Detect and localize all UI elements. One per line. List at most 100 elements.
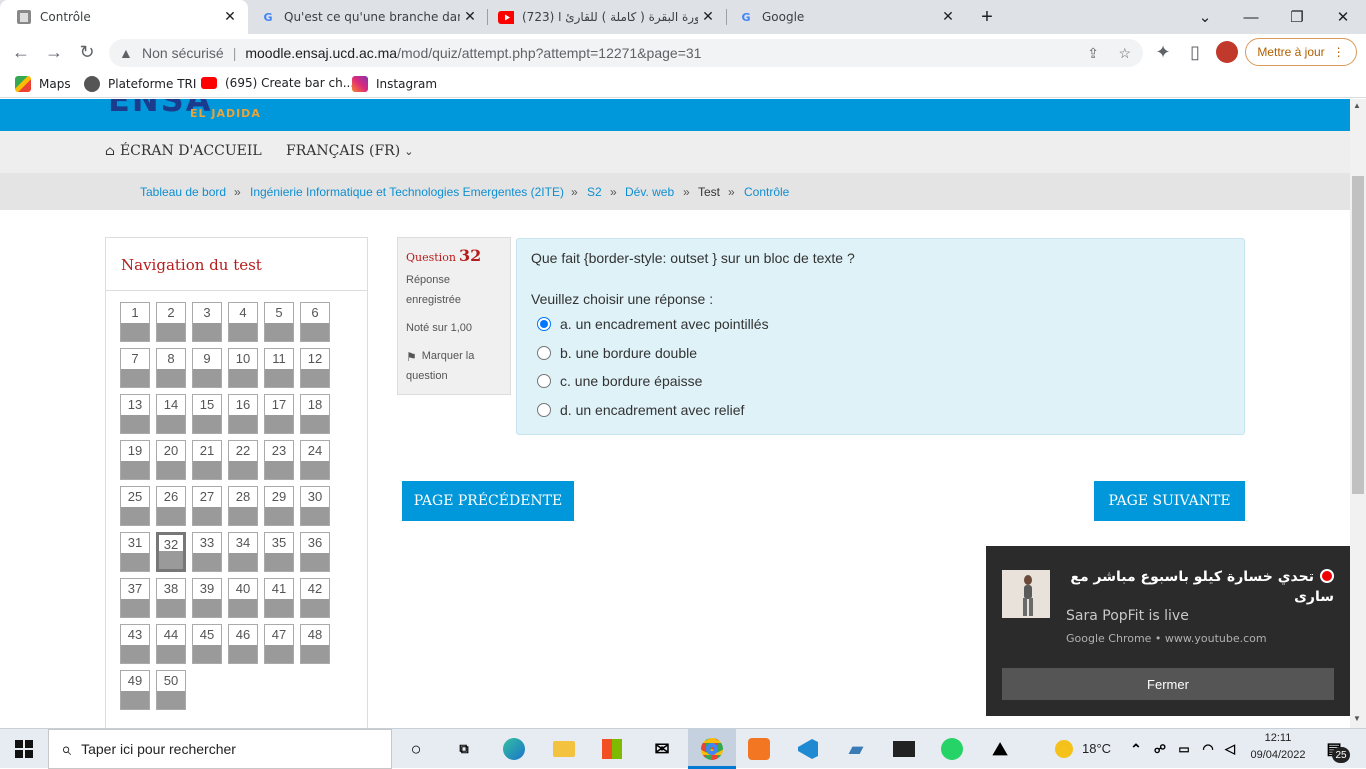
question-nav-button[interactable]: 28 (228, 486, 258, 526)
question-nav-button[interactable]: 41 (264, 578, 294, 618)
cortana-icon[interactable]: ○ (404, 737, 428, 761)
question-nav-button[interactable]: 42 (300, 578, 330, 618)
question-nav-button[interactable]: 16 (228, 394, 258, 434)
question-nav-button[interactable]: 43 (120, 624, 150, 664)
question-nav-button[interactable]: 45 (192, 624, 222, 664)
question-nav-button[interactable]: 32 (156, 532, 186, 572)
question-nav-button[interactable]: 18 (300, 394, 330, 434)
question-nav-button[interactable]: 17 (264, 394, 294, 434)
answer-label[interactable]: b. une bordure double (560, 345, 697, 361)
radio-button[interactable] (537, 402, 551, 417)
question-nav-button[interactable]: 40 (228, 578, 258, 618)
extensions-icon[interactable]: ✦ (1151, 40, 1175, 64)
question-nav-button[interactable]: 37 (120, 578, 150, 618)
side-panel-icon[interactable]: ▯ (1183, 40, 1207, 64)
volume-icon[interactable]: ◁ (1218, 737, 1242, 761)
bookmark-star-icon[interactable]: ☆ (1118, 45, 1131, 62)
bookmark-youtube[interactable]: (695) Create bar ch... (201, 76, 354, 90)
battery-icon[interactable]: ▭ (1172, 737, 1196, 761)
weather-temp[interactable]: 18°C (1082, 741, 1111, 756)
new-tab-button[interactable]: + (964, 0, 1010, 34)
nav-home-link[interactable]: ⌂ ÉCRAN D'ACCUEIL (105, 143, 262, 159)
ensa-logo[interactable]: ENSA EL JADIDA (108, 99, 288, 123)
mail-icon[interactable]: ✉ (650, 737, 674, 761)
chrome-icon[interactable] (700, 737, 724, 761)
notification-close-button[interactable]: Fermer (1002, 668, 1334, 700)
security-label[interactable]: Non sécurisé (142, 45, 224, 61)
tab-git-branch[interactable]: G Qu'est ce qu'une branche dans G ✕ (244, 0, 488, 34)
question-nav-button[interactable]: 20 (156, 440, 186, 480)
question-nav-button[interactable]: 44 (156, 624, 186, 664)
answer-label[interactable]: c. une bordure épaisse (560, 373, 702, 389)
question-nav-button[interactable]: 35 (264, 532, 294, 572)
question-nav-button[interactable]: 13 (120, 394, 150, 434)
close-tab-icon[interactable]: ✕ (220, 9, 240, 25)
close-window-icon[interactable]: ✕ (1320, 0, 1366, 34)
breadcrumb-s2[interactable]: S2 (587, 185, 602, 199)
question-nav-button[interactable]: 26 (156, 486, 186, 526)
question-nav-button[interactable]: 7 (120, 348, 150, 388)
question-nav-button[interactable]: 19 (120, 440, 150, 480)
question-nav-button[interactable]: 11 (264, 348, 294, 388)
question-nav-button[interactable]: 39 (192, 578, 222, 618)
bookmark-maps[interactable]: Maps (15, 76, 71, 92)
question-nav-button[interactable]: 36 (300, 532, 330, 572)
question-nav-button[interactable]: 24 (300, 440, 330, 480)
store-icon[interactable] (600, 737, 624, 761)
question-nav-button[interactable]: 23 (264, 440, 294, 480)
reload-icon[interactable]: ↻ (75, 40, 99, 64)
bookmark-plateforme[interactable]: Plateforme TRI (84, 76, 196, 92)
question-nav-button[interactable]: 46 (228, 624, 258, 664)
tab-youtube[interactable]: (723) سورة البقرة ( كاملة ) للقارئ ا ✕ (482, 0, 726, 34)
previous-page-button[interactable]: PAGE PRÉCÉDENTE (402, 481, 574, 521)
tab-search-icon[interactable]: ⌄ (1182, 0, 1228, 34)
question-nav-button[interactable]: 2 (156, 302, 186, 342)
question-nav-button[interactable]: 30 (300, 486, 330, 526)
next-page-button[interactable]: PAGE SUIVANTE (1094, 481, 1245, 521)
answer-label[interactable]: a. un encadrement avec pointillés (560, 316, 769, 332)
question-nav-button[interactable]: 31 (120, 532, 150, 572)
clock-date[interactable]: 09/04/2022 (1246, 749, 1310, 761)
breadcrumb-course[interactable]: Ingénierie Informatique et Technologies … (250, 185, 564, 199)
close-tab-icon[interactable]: ✕ (460, 9, 480, 25)
edge-icon[interactable] (502, 737, 526, 761)
photos-icon[interactable]: ⛰ (988, 737, 1012, 761)
question-nav-button[interactable]: 21 (192, 440, 222, 480)
task-view-icon[interactable]: ⧉ (452, 737, 476, 761)
xampp-icon[interactable] (747, 737, 771, 761)
question-nav-button[interactable]: 47 (264, 624, 294, 664)
question-nav-button[interactable]: 38 (156, 578, 186, 618)
network-icon[interactable]: ☍ (1148, 737, 1172, 761)
tab-google[interactable]: G Google ✕ (722, 0, 966, 34)
answer-option[interactable]: c. une bordure épaisse (537, 373, 702, 389)
language-menu[interactable]: FRANÇAIS (FR) ⌄ (286, 143, 413, 159)
question-nav-button[interactable]: 5 (264, 302, 294, 342)
tab-controle[interactable]: Contrôle ✕ (0, 0, 248, 34)
share-icon[interactable]: ⇪ (1087, 45, 1099, 62)
answer-option[interactable]: d. un encadrement avec relief (537, 402, 744, 418)
question-nav-button[interactable]: 29 (264, 486, 294, 526)
terminal-icon[interactable] (892, 737, 916, 761)
breadcrumb-devweb[interactable]: Dév. web (625, 185, 674, 199)
radio-button[interactable] (537, 374, 551, 388)
wifi-icon[interactable]: ◠ (1196, 737, 1220, 761)
back-icon[interactable]: ← (9, 40, 33, 64)
question-nav-button[interactable]: 33 (192, 532, 222, 572)
bookmark-instagram[interactable]: Instagram (352, 76, 437, 92)
profile-avatar[interactable] (1216, 41, 1238, 63)
vscode-icon[interactable] (796, 737, 820, 761)
windows-start-icon[interactable] (12, 737, 36, 761)
question-nav-button[interactable]: 50 (156, 670, 186, 710)
question-nav-button[interactable]: 49 (120, 670, 150, 710)
scroll-up-icon[interactable]: ▲ (1353, 101, 1361, 110)
scrollbar-thumb[interactable] (1352, 176, 1364, 494)
question-nav-button[interactable]: 8 (156, 348, 186, 388)
question-nav-button[interactable]: 10 (228, 348, 258, 388)
question-nav-button[interactable]: 27 (192, 486, 222, 526)
chrome-notification[interactable]: تحدي خسارة كيلو باسبوع مباشر مع سارى Sara… (986, 546, 1350, 716)
close-tab-icon[interactable]: ✕ (698, 9, 718, 25)
answer-option[interactable]: b. une bordure double (537, 345, 697, 361)
url-domain[interactable]: moodle.ensaj.ucd.ac.ma (245, 45, 397, 61)
question-nav-button[interactable]: 9 (192, 348, 222, 388)
scroll-down-icon[interactable]: ▼ (1353, 714, 1361, 723)
